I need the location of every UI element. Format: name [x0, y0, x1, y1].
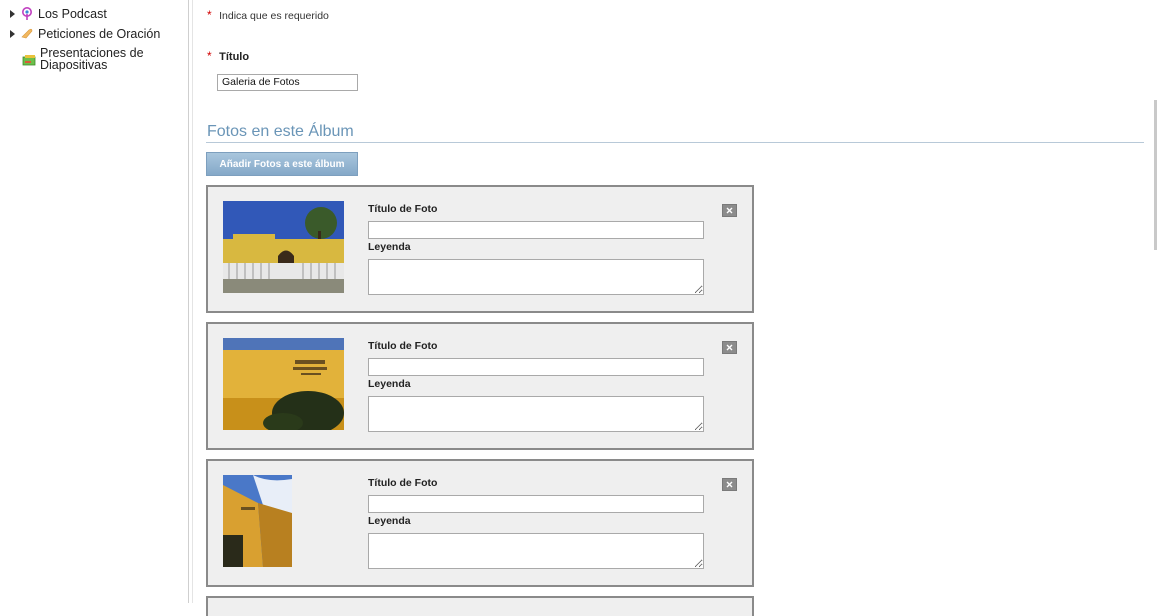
- sidebar-item-label: Los Podcast: [38, 7, 107, 21]
- photo-card: Título de Foto Leyenda: [206, 459, 754, 587]
- photo-caption-label: Leyenda: [368, 515, 411, 527]
- sidebar-item-label: Presentaciones de Diapositivas: [40, 46, 144, 72]
- close-icon: [726, 481, 733, 488]
- photo-title-input[interactable]: [368, 495, 704, 513]
- photo-caption-input[interactable]: [368, 533, 704, 569]
- slideshow-icon: [22, 55, 36, 66]
- sidebar: Los Podcast Peticiones de Oración Presen…: [0, 0, 188, 603]
- photo-caption-label: Leyenda: [368, 241, 411, 253]
- required-marker: *: [207, 8, 212, 22]
- wall-sign-photo: [223, 338, 344, 430]
- title-label: Título: [219, 51, 250, 63]
- remove-photo-button[interactable]: [722, 341, 737, 354]
- photo-title-label: Título de Foto: [368, 340, 438, 352]
- prayer-hands-icon: [21, 28, 33, 39]
- photo-caption-input[interactable]: [368, 259, 704, 295]
- sidebar-divider: [192, 0, 193, 603]
- building-corner-photo: [223, 475, 292, 567]
- required-note-text: Indica que es requerido: [219, 10, 329, 22]
- podcast-icon: [22, 7, 32, 20]
- sidebar-item-slideshows[interactable]: Presentaciones de Diapositivas: [22, 47, 150, 71]
- title-field-label: * Título: [207, 47, 249, 65]
- photo-card: Título de Foto Leyenda: [206, 322, 754, 450]
- required-note: * Indica que es requerido: [207, 6, 329, 24]
- close-icon: [726, 207, 733, 214]
- sidebar-divider: [188, 0, 189, 603]
- remove-photo-button[interactable]: [722, 204, 737, 217]
- photo-caption-input[interactable]: [368, 396, 704, 432]
- close-icon: [726, 344, 733, 351]
- expand-arrow-icon[interactable]: [10, 10, 15, 18]
- building-front-photo: [223, 201, 344, 293]
- photo-card: Título de Foto Leyenda: [206, 185, 754, 313]
- sidebar-item-label: Peticiones de Oración: [38, 27, 161, 41]
- required-marker: *: [207, 49, 212, 63]
- photo-title-input[interactable]: [368, 358, 704, 376]
- photo-caption-label: Leyenda: [368, 378, 411, 390]
- photo-title-label: Título de Foto: [368, 477, 438, 489]
- photos-section-heading: Fotos en este Álbum: [207, 123, 354, 140]
- photo-card: [206, 596, 754, 616]
- photo-title-label: Título de Foto: [368, 203, 438, 215]
- expand-arrow-icon[interactable]: [10, 30, 15, 38]
- section-divider: [206, 142, 1144, 143]
- photo-title-input[interactable]: [368, 221, 704, 239]
- remove-photo-button[interactable]: [722, 478, 737, 491]
- sidebar-item-podcast[interactable]: Los Podcast: [10, 7, 107, 21]
- add-photos-button[interactable]: Añadir Fotos a este álbum: [206, 152, 358, 176]
- sidebar-item-prayer[interactable]: Peticiones de Oración: [10, 27, 160, 41]
- title-input[interactable]: [217, 74, 358, 91]
